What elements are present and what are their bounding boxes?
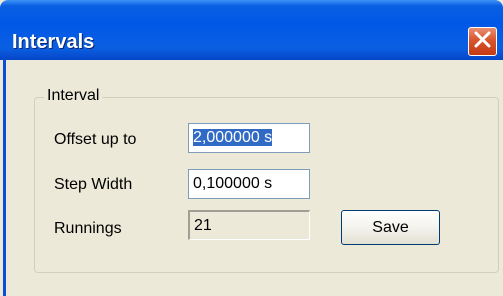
offset-label: Offset up to: [54, 131, 137, 148]
offset-input[interactable]: 2,000000 s: [188, 123, 310, 153]
step-width-label: Step Width: [54, 176, 133, 193]
save-button[interactable]: Save: [341, 210, 440, 245]
close-button[interactable]: [468, 27, 497, 56]
runnings-value: 21: [194, 217, 212, 234]
interval-group-legend: Interval: [44, 86, 103, 106]
step-width-input[interactable]: 0,100000 s: [188, 169, 310, 199]
runnings-field: 21: [188, 210, 310, 240]
step-width-value: 0,100000 s: [193, 175, 273, 192]
runnings-label: Runnings: [54, 220, 122, 237]
title-bar[interactable]: Intervals: [0, 0, 503, 60]
intervals-dialog: Intervals Interval Offset up to 2,000000…: [0, 0, 503, 296]
close-icon: [474, 31, 491, 53]
window-title: Intervals: [12, 31, 95, 53]
offset-value: 2,000000 s: [193, 129, 273, 146]
